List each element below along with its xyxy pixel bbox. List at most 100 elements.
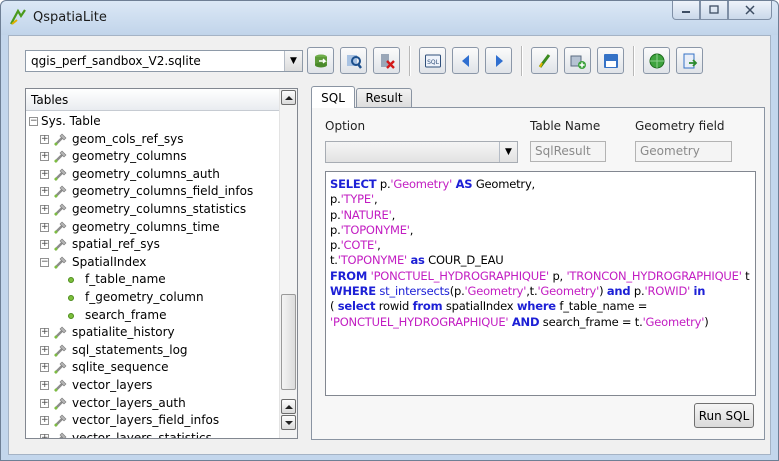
tab-sql[interactable]: SQL [311, 86, 355, 108]
sql-text: search_frame = t. [539, 314, 643, 329]
previous-button[interactable] [452, 47, 479, 74]
tree-item-label: geometry_columns_time [72, 219, 220, 234]
table-icon [54, 344, 67, 357]
tab-result[interactable]: Result [356, 88, 412, 107]
globe-button[interactable] [643, 47, 670, 74]
tree-item[interactable]: + geometry_columns_auth [26, 166, 276, 184]
maximize-button[interactable] [700, 1, 728, 20]
tree-item-label: geometry_columns_statistics [72, 202, 247, 216]
table-tree[interactable]: Tables − Sys. Table + geom_cols_ref_sys + geo… [25, 88, 298, 439]
sql-icon: SQL [424, 54, 441, 67]
expand-icon[interactable]: + [40, 345, 49, 355]
expand-icon[interactable]: + [40, 187, 49, 197]
sql-line: WHERE st_intersects(p.'Geometry',t.'Geom… [330, 284, 751, 299]
expand-icon[interactable]: + [40, 240, 49, 250]
tree-item[interactable]: f_table_name [26, 271, 276, 289]
sql-line: p.'TYPE', [330, 192, 751, 207]
tree-item[interactable]: − SpatialIndex [26, 254, 276, 272]
minimize-icon [682, 11, 690, 13]
tree-item[interactable]: − Sys. Table [26, 113, 276, 131]
collapse-icon[interactable]: − [40, 257, 49, 267]
tree-scrollbar[interactable] [279, 89, 297, 438]
scroll-down-button[interactable] [281, 415, 296, 430]
sql-text: ( [330, 299, 338, 314]
expand-icon[interactable]: + [40, 433, 49, 438]
tree-item[interactable]: + geometry_columns_field_infos [26, 183, 276, 201]
tree-item[interactable]: search_frame [26, 307, 276, 325]
tree-item[interactable]: f_geometry_column [26, 289, 276, 307]
table-icon [54, 361, 67, 375]
geometry-field-field[interactable]: Geometry [635, 141, 732, 162]
sql-text: p. [330, 207, 341, 222]
sql-keyword: SELECT [330, 177, 377, 191]
chevron-down-icon[interactable]: ▼ [284, 51, 302, 71]
sql-keyword: AND [511, 314, 540, 329]
run-sql-button[interactable]: Run SQL [694, 403, 754, 428]
sql-text: Geometry, [472, 177, 536, 191]
expand-icon[interactable]: + [40, 416, 49, 426]
tree-item[interactable]: + vector_layers_field_infos [26, 412, 276, 430]
table-icon [54, 379, 67, 392]
expand-icon[interactable]: + [40, 134, 49, 144]
delete-button[interactable] [373, 47, 400, 74]
expand-icon[interactable]: + [40, 169, 49, 179]
save-button[interactable] [597, 47, 624, 74]
sql-text: , [409, 222, 414, 237]
sql-editor[interactable]: SELECT p.'Geometry' AS Geometry, p.'TYPE'… [325, 171, 756, 396]
sql-line: p.'TOPONYME', [330, 223, 751, 238]
search-db-button[interactable] [340, 47, 367, 74]
export-button[interactable] [676, 47, 703, 74]
expand-icon[interactable]: + [40, 363, 49, 373]
expand-icon[interactable]: + [40, 398, 49, 408]
tree-item-label: vector_layers [72, 378, 153, 392]
expand-icon[interactable]: + [40, 222, 49, 232]
sql-text: ) [599, 284, 607, 299]
sql-text: p. [376, 177, 391, 191]
tree-item[interactable]: + vector_layers_auth [26, 395, 276, 413]
add-layer-button[interactable] [564, 47, 591, 74]
tree-item[interactable]: + spatialite_history [26, 324, 276, 342]
database-select[interactable]: qgis_perf_sandbox_V2.sqlite ▼ [25, 50, 303, 72]
scroll-up-button-lower[interactable] [281, 399, 296, 414]
tree-item[interactable]: + vector_layers [26, 377, 276, 395]
tree-item-label: Sys. Table [41, 114, 101, 128]
sql-text: spatialIndex [442, 299, 517, 314]
expand-icon[interactable]: + [40, 152, 49, 162]
tree-item[interactable]: + vector_layers_statistics [26, 430, 276, 438]
scroll-up-button[interactable] [281, 90, 296, 105]
tree-item[interactable]: + sql_statements_log [26, 342, 276, 360]
sql-line: t.'TOPONYME' as COUR_D_EAU [330, 253, 751, 268]
connect-db-button[interactable] [307, 47, 334, 74]
sql-button[interactable]: SQL [419, 47, 446, 74]
arrow-up-icon [284, 404, 293, 409]
close-button[interactable] [728, 1, 772, 20]
sql-function: st_intersects [379, 284, 450, 299]
tree-item[interactable]: + geom_cols_ref_sys [26, 131, 276, 149]
next-button[interactable] [485, 47, 512, 74]
chevron-down-icon[interactable]: ▼ [499, 142, 517, 162]
column-icon [68, 312, 74, 319]
table-icon [54, 203, 67, 216]
scroll-thumb[interactable] [281, 294, 296, 390]
tree-item[interactable]: + geometry_columns [26, 148, 276, 166]
minimize-button[interactable] [672, 1, 700, 20]
expand-icon[interactable]: + [40, 381, 49, 390]
expand-icon[interactable]: + [40, 328, 49, 338]
tree-item-label: sql_statements_log [72, 342, 188, 357]
tree-header[interactable]: Tables [26, 89, 279, 111]
sql-keyword: in [693, 284, 706, 299]
edit-button[interactable] [531, 47, 558, 74]
table-name-field[interactable]: SqlResult [530, 141, 606, 162]
sql-keyword: and [606, 284, 631, 299]
pencil-icon [538, 53, 550, 68]
collapse-icon[interactable]: − [29, 117, 38, 126]
option-select[interactable]: ▼ [325, 141, 518, 163]
sql-keyword: where [516, 299, 556, 314]
tree-item[interactable]: + geometry_columns_statistics [26, 201, 276, 219]
title-bar[interactable]: QspatiaLite [1, 1, 778, 35]
tree-item[interactable]: + spatial_ref_sys [26, 236, 276, 254]
sql-text: p, [549, 268, 567, 283]
tree-item[interactable]: + sqlite_sequence [26, 359, 276, 377]
tree-item[interactable]: + geometry_columns_time [26, 219, 276, 237]
expand-icon[interactable]: + [40, 205, 49, 214]
